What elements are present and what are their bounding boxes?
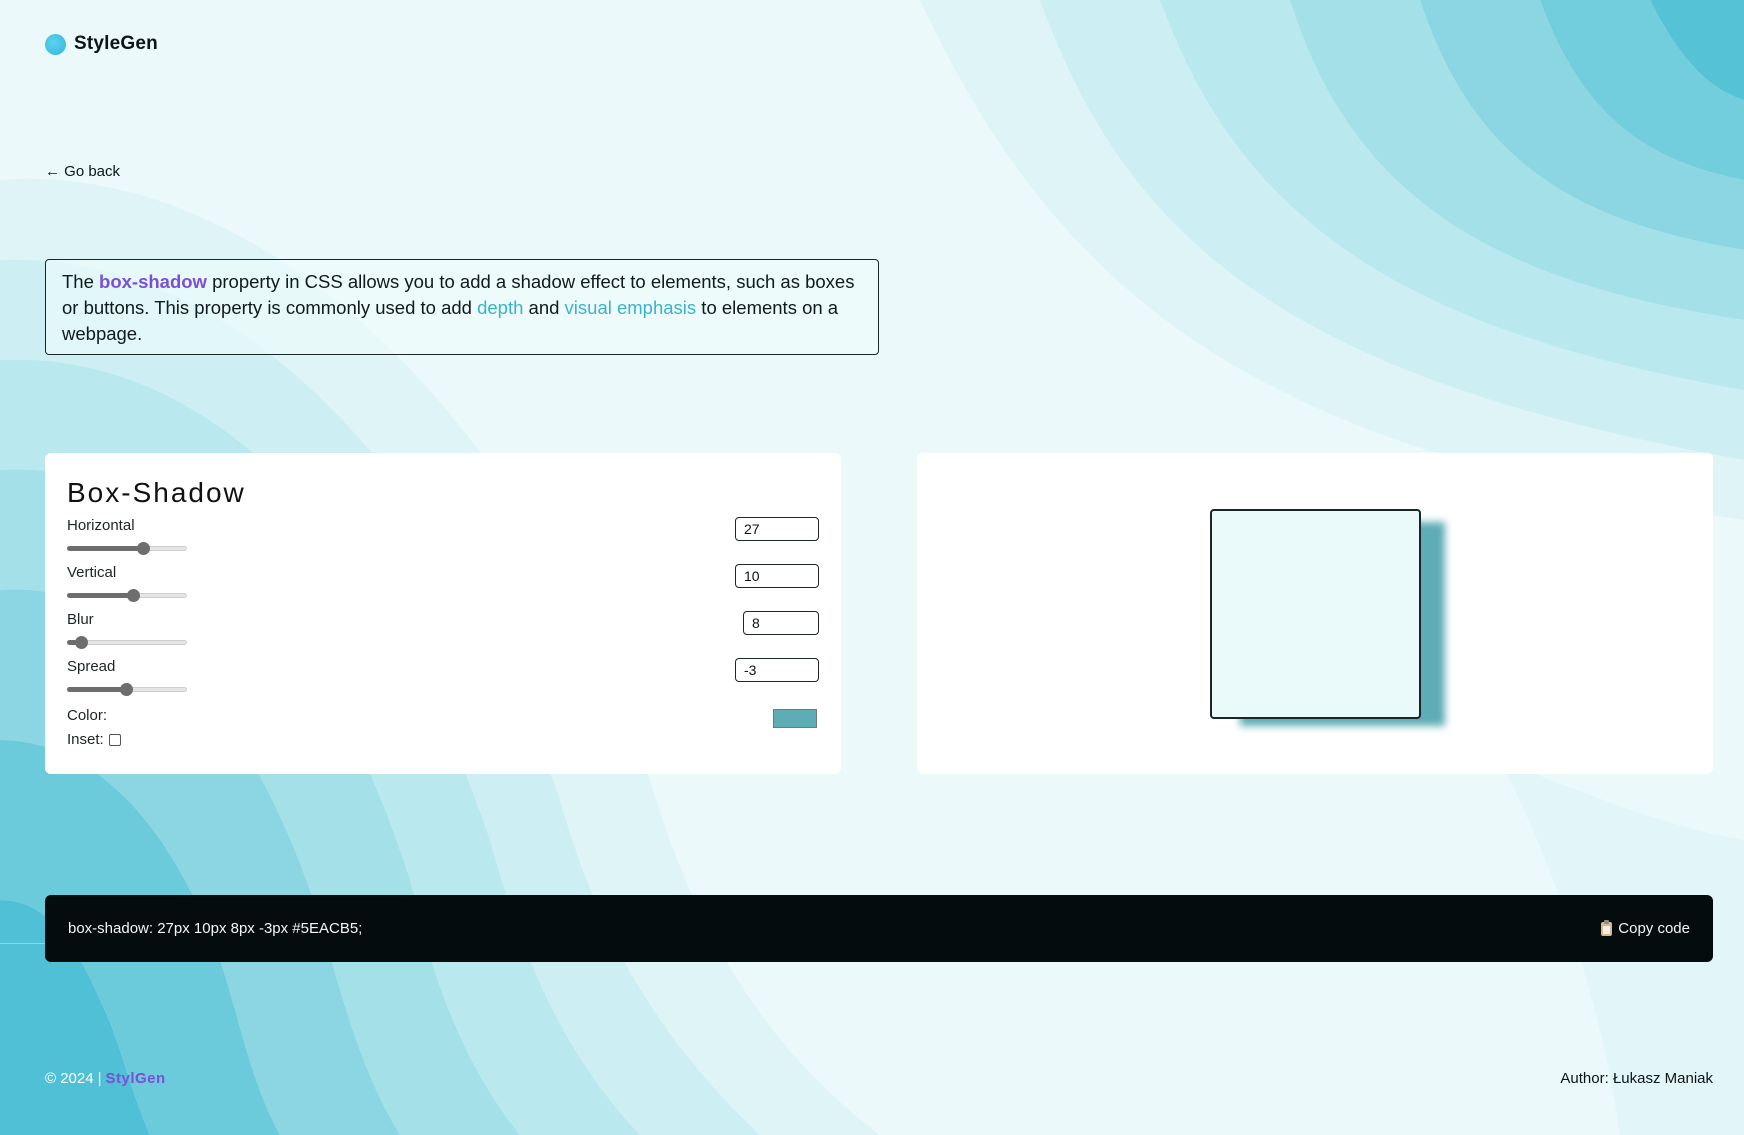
vertical-label: Vertical	[67, 564, 117, 581]
footer-copyright: © 2024 | StylGen	[45, 1070, 166, 1087]
copyright-text: © 2024	[45, 1070, 94, 1087]
brand-name: StyleGen	[74, 33, 158, 54]
clipboard-icon	[1601, 919, 1613, 936]
css-code: box-shadow: 27px 10px 8px -3px #5EACB5;	[68, 920, 363, 937]
horizontal-control: Horizontal	[67, 517, 819, 564]
intro-accent-depth: depth	[477, 297, 524, 318]
footer-author: Author: Łukasz Maniak	[1560, 1070, 1713, 1087]
preview-panel	[917, 453, 1713, 774]
controls-panel: Box-Shadow Horizontal Vertical Blur Spre…	[45, 453, 841, 774]
code-output-bar: box-shadow: 27px 10px 8px -3px #5EACB5; …	[45, 895, 1713, 962]
blur-slider[interactable]	[67, 636, 187, 649]
shadow-preview-box	[1210, 509, 1421, 719]
go-back-link[interactable]: ← Go back	[45, 163, 120, 180]
intro-accent-emphasis: visual emphasis	[564, 297, 697, 318]
horizontal-slider[interactable]	[67, 542, 187, 555]
slider-thumb[interactable]	[127, 589, 140, 602]
spread-slider[interactable]	[67, 683, 187, 696]
color-control: Color:	[67, 707, 819, 731]
slider-thumb[interactable]	[119, 683, 133, 696]
color-label: Color:	[67, 707, 108, 724]
blur-control: Blur	[67, 611, 819, 658]
panel-title: Box-Shadow	[67, 477, 246, 508]
slider-thumb[interactable]	[136, 542, 150, 555]
spread-input[interactable]	[735, 658, 819, 682]
copy-code-button[interactable]: Copy code	[1601, 919, 1690, 937]
copy-code-label: Copy code	[1618, 920, 1690, 937]
footer-brand-link[interactable]: StylGen	[106, 1070, 166, 1087]
inset-checkbox[interactable]	[108, 733, 121, 746]
intro-text: The	[62, 271, 100, 292]
blur-label: Blur	[67, 611, 94, 628]
inset-control: Inset:	[67, 731, 819, 748]
footer-separator: |	[97, 1070, 102, 1087]
vertical-input[interactable]	[735, 564, 819, 588]
intro-text: and	[523, 297, 565, 318]
intro-description: The box-shadow property in CSS allows yo…	[45, 259, 879, 355]
vertical-control: Vertical	[67, 564, 819, 611]
blur-input[interactable]	[743, 611, 819, 635]
color-picker[interactable]	[773, 709, 817, 728]
divider	[0, 943, 45, 944]
vertical-slider[interactable]	[67, 589, 187, 602]
circle-logo-icon	[45, 33, 66, 55]
horizontal-input[interactable]	[735, 517, 819, 541]
intro-highlight: box-shadow	[99, 271, 207, 292]
spread-label: Spread	[67, 658, 116, 675]
inset-label: Inset:	[67, 731, 104, 748]
brand[interactable]: StyleGen	[45, 33, 158, 55]
spread-control: Spread	[67, 658, 819, 705]
slider-thumb[interactable]	[75, 636, 89, 649]
horizontal-label: Horizontal	[67, 517, 135, 534]
